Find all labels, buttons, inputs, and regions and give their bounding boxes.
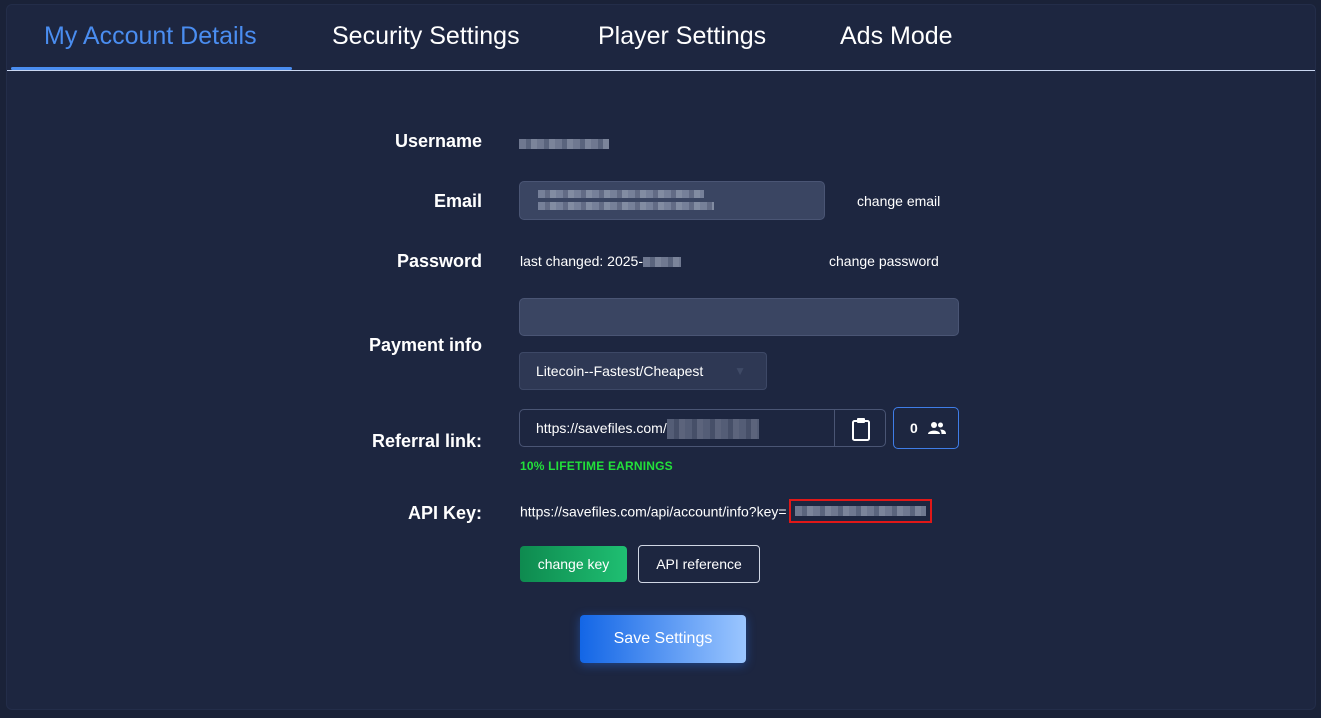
copy-referral-button[interactable] xyxy=(834,409,886,447)
api-key-highlight xyxy=(788,499,932,523)
tab-bar: My Account Details Security Settings Pla… xyxy=(7,5,1315,71)
payment-method-value: Litecoin--Fastest/Cheapest xyxy=(536,363,704,379)
tab-security-settings[interactable]: Security Settings xyxy=(332,5,520,71)
email-field[interactable] xyxy=(519,181,825,220)
api-key-url: https://savefiles.com/api/account/info?k… xyxy=(520,499,932,523)
api-key-label: API Key: xyxy=(407,503,482,523)
tab-player-settings[interactable]: Player Settings xyxy=(598,5,766,71)
redacted-email-line2 xyxy=(538,202,714,210)
referral-link-label: Referral link: xyxy=(371,431,482,451)
payment-address-field[interactable] xyxy=(519,298,959,336)
payment-info-label: Payment info xyxy=(368,335,482,355)
referral-url-text: https://savefiles.com/ xyxy=(536,420,667,436)
password-last-changed: last changed: 2025- xyxy=(520,253,681,269)
redacted-email-line1 xyxy=(538,190,704,198)
username-label: Username xyxy=(394,131,482,151)
redacted-api-key xyxy=(794,506,926,516)
referral-count-button[interactable]: 0 xyxy=(893,407,959,449)
tab-my-account-details[interactable]: My Account Details xyxy=(44,5,257,71)
email-label: Email xyxy=(433,191,482,211)
api-key-url-text: https://savefiles.com/api/account/info?k… xyxy=(520,503,787,520)
change-password-link[interactable]: change password xyxy=(829,253,939,269)
save-settings-button[interactable]: Save Settings xyxy=(580,615,746,663)
redacted-username xyxy=(519,139,609,150)
redacted-date xyxy=(642,257,681,268)
referral-count: 0 xyxy=(910,420,918,436)
username-value xyxy=(519,135,609,151)
change-key-button[interactable]: change key xyxy=(520,546,627,582)
redacted-referral-code xyxy=(666,419,759,440)
password-last-changed-text: last changed: 2025- xyxy=(520,253,643,269)
active-tab-indicator xyxy=(11,67,292,70)
tab-ads-mode[interactable]: Ads Mode xyxy=(840,5,953,71)
lifetime-earnings-note: 10% LIFETIME EARNINGS xyxy=(520,459,673,473)
account-panel: My Account Details Security Settings Pla… xyxy=(6,4,1316,710)
referral-link-input[interactable]: https://savefiles.com/ xyxy=(519,409,835,447)
payment-method-select[interactable]: Litecoin--Fastest/Cheapest ▼ xyxy=(519,352,767,390)
clipboard-icon xyxy=(852,418,870,441)
change-email-link[interactable]: change email xyxy=(857,193,940,209)
chevron-down-icon: ▼ xyxy=(734,364,746,378)
users-icon xyxy=(927,421,946,434)
password-label: Password xyxy=(396,251,482,271)
api-reference-button[interactable]: API reference xyxy=(638,545,760,583)
